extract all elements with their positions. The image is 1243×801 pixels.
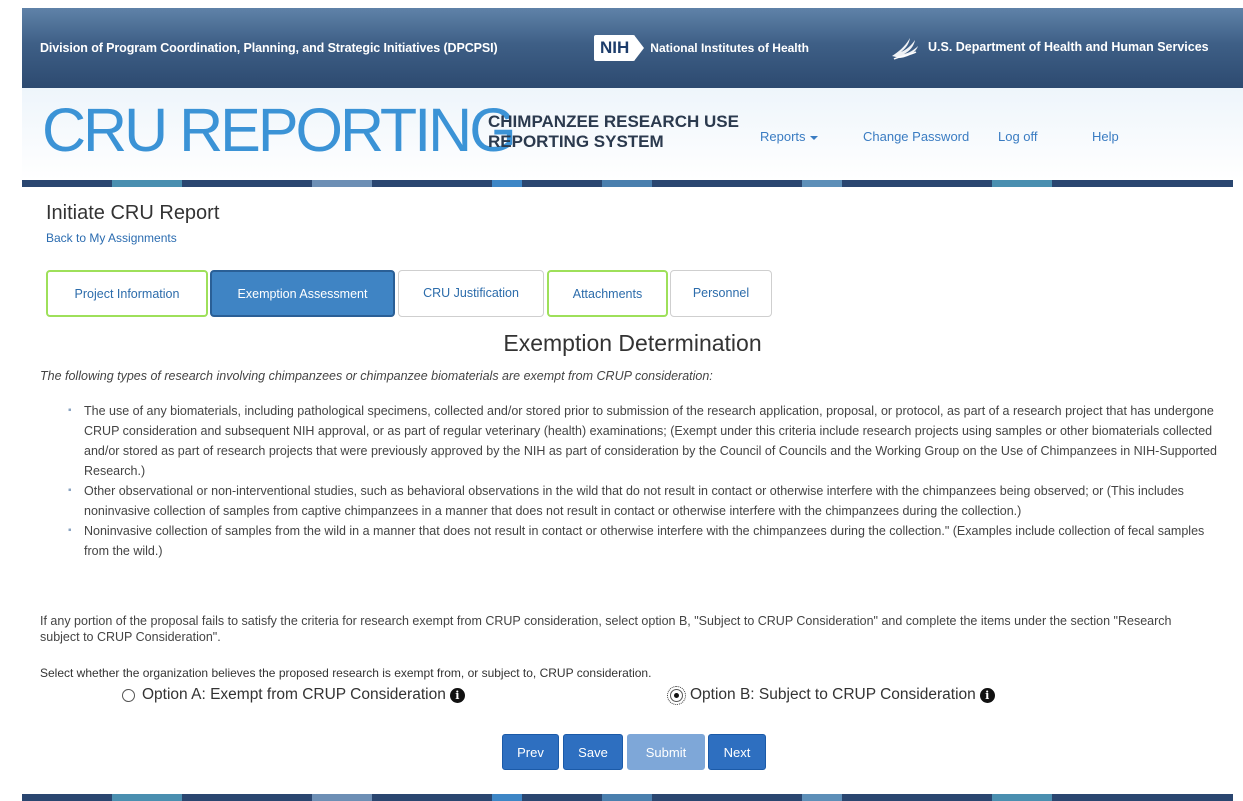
hhs-name: U.S. Department of Health and Human Serv… [928,40,1209,54]
nav-reports-label: Reports [760,129,806,144]
exemption-criteria-list: The use of any biomaterials, including p… [62,401,1218,561]
section-intro: The following types of research involvin… [40,369,713,383]
info-icon[interactable]: i [449,687,465,703]
option-a-radio[interactable] [122,688,135,702]
tab-attachments[interactable]: Attachments [547,270,668,317]
tab-project-information[interactable]: Project Information [46,270,208,317]
division-text: Division of Program Coordination, Planni… [40,41,498,55]
hhs-logo-link[interactable]: U.S. Department of Health and Human Serv… [888,30,1209,64]
list-item: The use of any biomaterials, including p… [62,401,1218,481]
option-b-label[interactable]: Option B: Subject to CRUP Consideration [690,686,976,704]
subtitle-line-1: CHIMPANZEE RESEARCH USE [488,112,739,131]
site-header: CRU REPORTING CHIMPANZEE RESEARCH USE RE… [22,88,1243,180]
list-item: Other observational or non-interventiona… [62,481,1218,521]
submit-button[interactable]: Submit [627,734,705,770]
list-item: Noninvasive collection of samples from t… [62,521,1218,561]
nih-chevron-icon [634,35,645,61]
nav-help[interactable]: Help [1092,129,1119,144]
system-subtitle: CHIMPANZEE RESEARCH USE REPORTING SYSTEM [488,112,739,152]
page-title: Initiate CRU Report [46,202,220,224]
selection-question: Select whether the organization believes… [40,666,652,680]
option-a-label[interactable]: Option A: Exempt from CRUP Consideration [142,686,446,704]
tab-cru-justification[interactable]: CRU Justification [398,270,544,317]
back-to-assignments-link[interactable]: Back to My Assignments [46,231,177,245]
window-top-strip [0,0,1243,8]
option-b-radio[interactable] [667,685,686,705]
next-button[interactable]: Next [708,734,766,770]
section-title-text: Exemption Determination [503,330,762,356]
section-title: Exemption Determination [22,330,1243,357]
hhs-eagle-icon [892,38,918,60]
subtitle-line-2: REPORTING SYSTEM [488,132,664,151]
option-a-row[interactable]: Option A: Exempt from CRUP Consideration… [122,686,465,704]
option-b-row[interactable]: Option B: Subject to CRUP Consideration … [667,685,995,705]
info-icon[interactable]: i [979,687,995,703]
nih-logo[interactable]: NIH National Institutes of Health [594,33,809,63]
nih-badge: NIH [594,35,636,61]
instruction-note: If any portion of the proposal fails to … [40,614,1172,644]
nav-log-off[interactable]: Log off [998,129,1038,144]
chevron-down-icon [809,135,818,140]
nih-name: National Institutes of Health [650,41,809,55]
save-button[interactable]: Save [563,734,623,770]
tab-personnel[interactable]: Personnel [670,270,772,317]
header-divider-band [22,180,1243,187]
nav-change-password[interactable]: Change Password [863,129,969,144]
tab-exemption-assessment[interactable]: Exemption Assessment [210,270,395,317]
footer-divider-band [22,794,1243,801]
prev-button[interactable]: Prev [502,734,559,770]
cru-reporting-logo[interactable]: CRU REPORTING [42,100,517,161]
top-banner: Division of Program Coordination, Planni… [22,8,1243,88]
nav-reports[interactable]: Reports [760,129,818,144]
page: Division of Program Coordination, Planni… [22,8,1243,801]
